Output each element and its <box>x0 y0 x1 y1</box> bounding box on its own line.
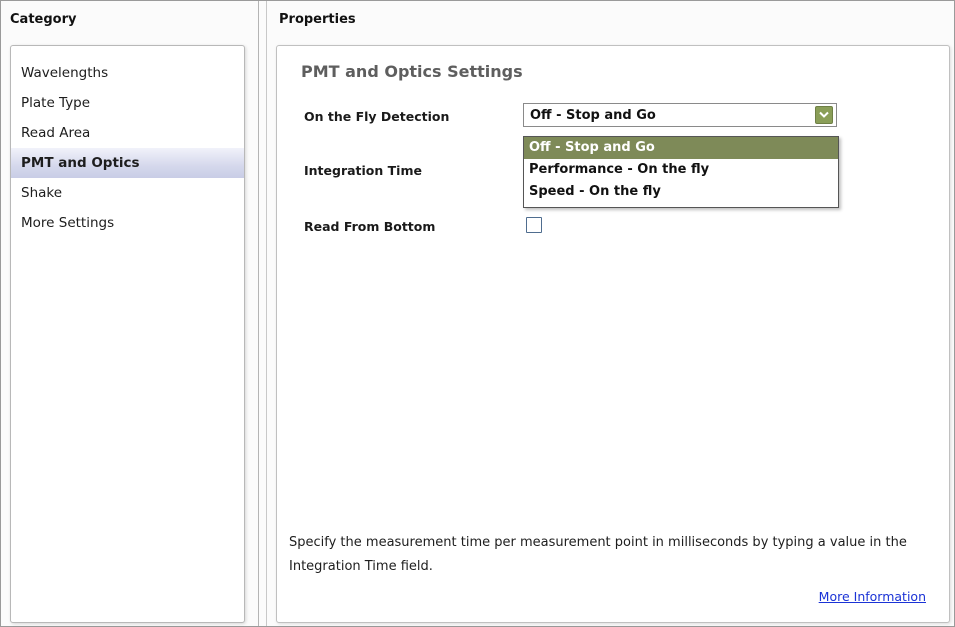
dropdown-option-off-stop-and-go[interactable]: Off - Stop and Go <box>524 137 838 159</box>
section-title: PMT and Optics Settings <box>301 62 523 81</box>
dropdown-option-performance[interactable]: Performance - On the fly <box>524 159 838 181</box>
more-information-link[interactable]: More Information <box>819 589 926 604</box>
on-the-fly-options-list: Off - Stop and Go Performance - On the f… <box>523 136 839 208</box>
on-the-fly-value: Off - Stop and Go <box>530 108 656 123</box>
read-from-bottom-checkbox[interactable] <box>526 217 542 233</box>
read-from-bottom-label: Read From Bottom <box>304 219 436 234</box>
properties-panel: PMT and Optics Settings On the Fly Detec… <box>276 45 950 623</box>
properties-header: Properties <box>279 12 356 27</box>
integration-time-label: Integration Time <box>304 163 422 178</box>
category-panel: Wavelengths Plate Type Read Area PMT and… <box>10 45 245 623</box>
dropdown-option-speed[interactable]: Speed - On the fly <box>524 181 838 203</box>
category-list: Wavelengths Plate Type Read Area PMT and… <box>11 58 244 238</box>
on-the-fly-dropdown[interactable]: Off - Stop and Go <box>523 103 837 127</box>
category-item-shake[interactable]: Shake <box>11 178 244 208</box>
column-divider-secondary <box>266 1 267 626</box>
category-item-more-settings[interactable]: More Settings <box>11 208 244 238</box>
category-item-plate-type[interactable]: Plate Type <box>11 88 244 118</box>
help-text: Specify the measurement time per measure… <box>289 535 907 574</box>
category-item-pmt-and-optics[interactable]: PMT and Optics <box>11 148 244 178</box>
category-item-wavelengths[interactable]: Wavelengths <box>11 58 244 88</box>
category-item-read-area[interactable]: Read Area <box>11 118 244 148</box>
on-the-fly-label: On the Fly Detection <box>304 109 450 124</box>
chevron-down-icon[interactable] <box>815 106 833 124</box>
column-divider <box>258 1 259 626</box>
category-header: Category <box>10 12 77 27</box>
dialog-frame: Category Properties Wavelengths Plate Ty… <box>0 0 955 627</box>
